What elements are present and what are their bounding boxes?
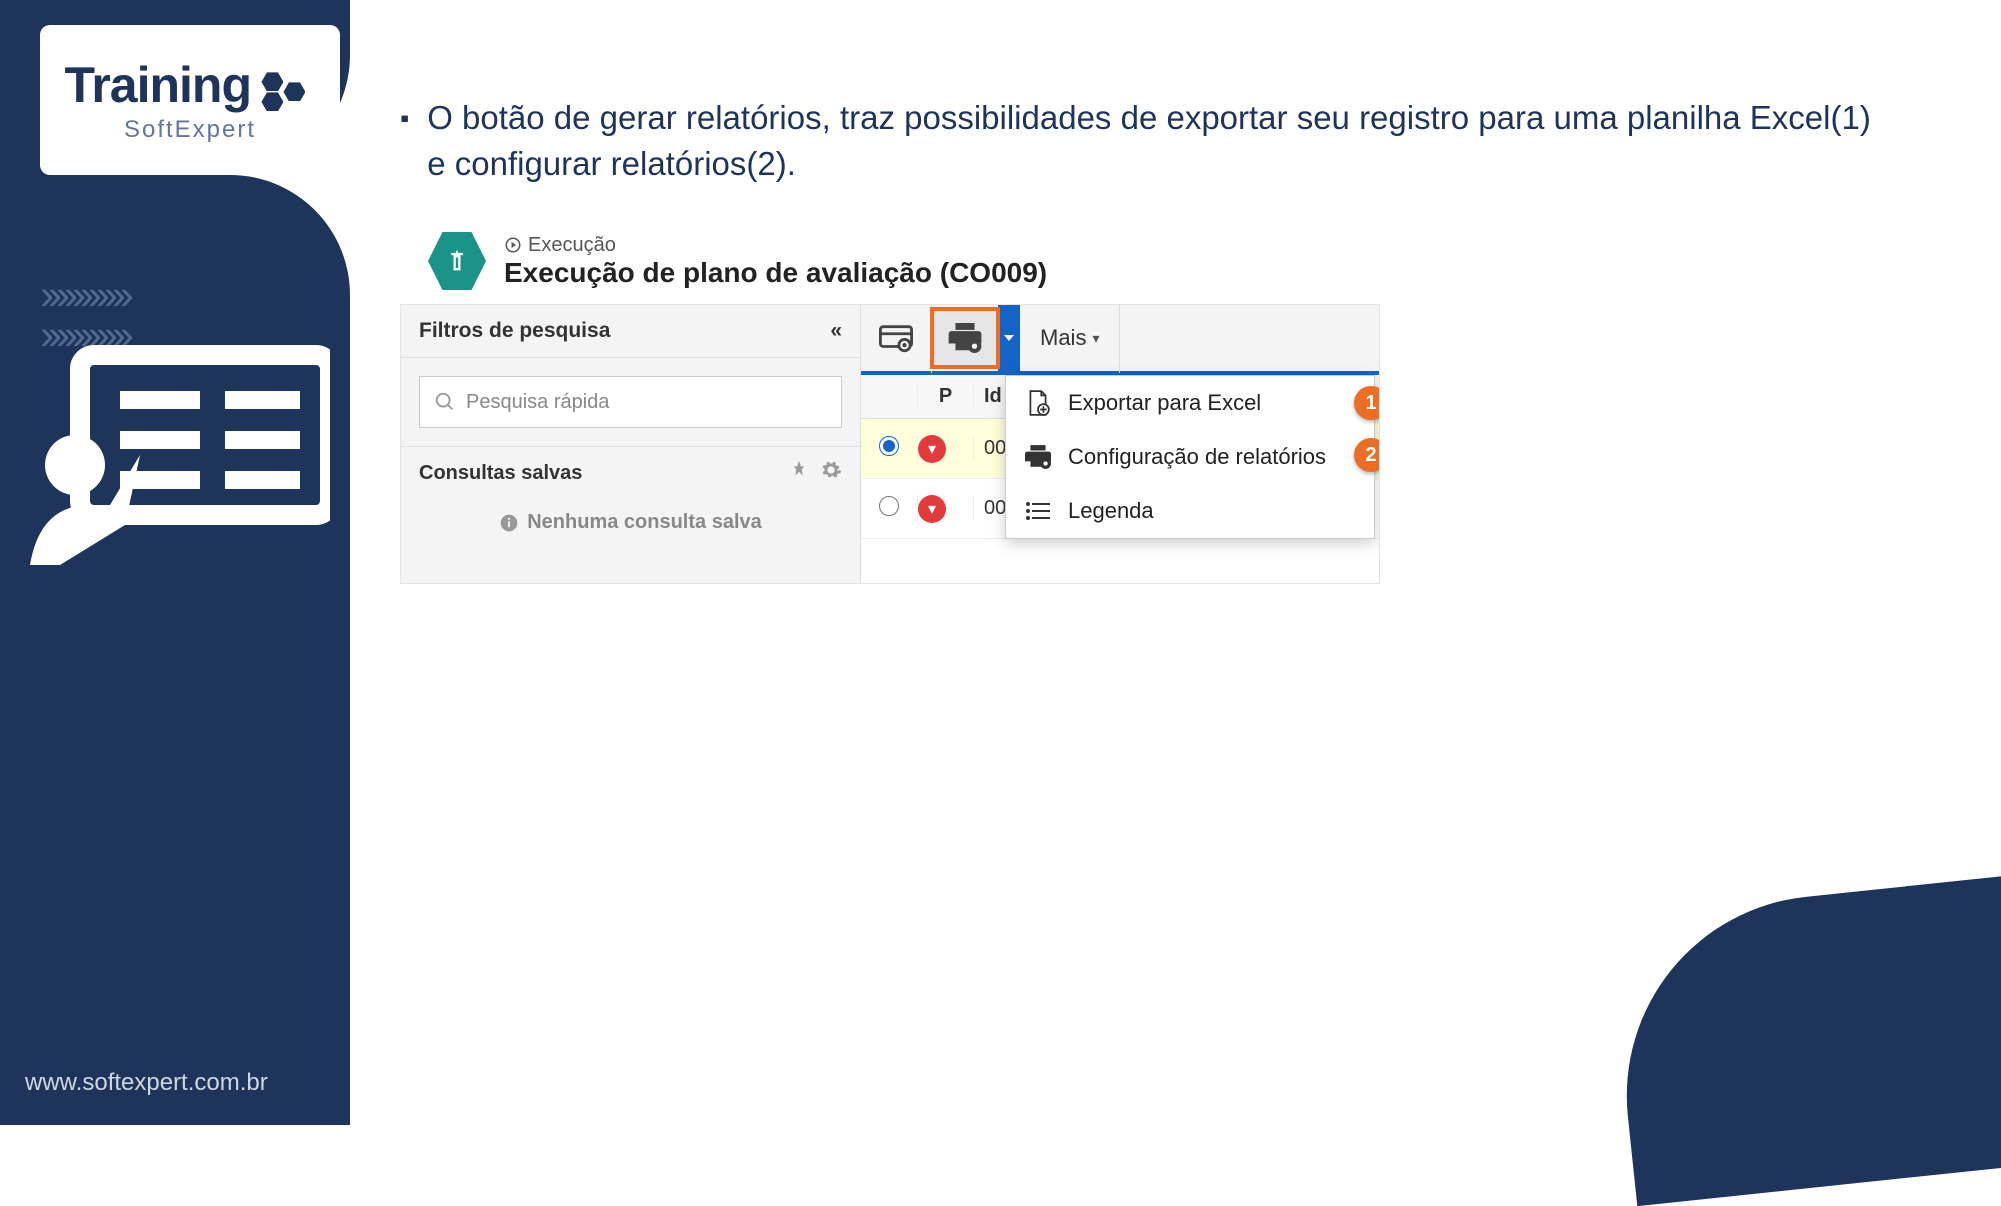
- search-input[interactable]: Pesquisa rápida: [419, 376, 842, 428]
- brand-logo-text: Training: [65, 57, 251, 113]
- row-radio[interactable]: [879, 496, 899, 516]
- screenshot-panel: Execução Execução de plano de avaliação …: [400, 232, 1380, 584]
- bullet-icon: ▪: [400, 95, 409, 187]
- hex-cluster-icon: [255, 72, 315, 122]
- priority-badge-icon: ▾: [918, 495, 946, 523]
- saved-queries-heading: Consultas salvas: [419, 462, 582, 485]
- search-icon: [434, 391, 456, 413]
- collapse-icon[interactable]: «: [830, 319, 842, 343]
- card-eye-icon: [879, 323, 913, 353]
- slide-content: ▪ O botão de gerar relatórios, traz poss…: [400, 95, 1941, 584]
- reports-dropdown: Exportar para Excel 1 Configuração de re…: [1005, 375, 1375, 539]
- no-saved-queries: Nenhuma consulta salva: [401, 495, 860, 534]
- list-icon: [1024, 501, 1052, 521]
- reports-dropdown-toggle[interactable]: [998, 304, 1020, 373]
- more-label: Mais: [1040, 325, 1086, 351]
- menu-item-label: Exportar para Excel: [1068, 390, 1261, 416]
- callout-badge: 1: [1354, 386, 1380, 420]
- reports-button[interactable]: [930, 307, 1000, 369]
- caret-down-icon: [1004, 335, 1014, 341]
- priority-badge-icon: ▾: [918, 435, 946, 463]
- play-circle-icon: [504, 236, 522, 254]
- presenter-icon: [30, 345, 330, 565]
- toolbar: Mais ▾: [861, 305, 1379, 375]
- brand-logo-card: Training SoftExpert: [40, 25, 340, 175]
- more-button[interactable]: Mais ▾: [1020, 304, 1120, 373]
- bullet-text: O botão de gerar relatórios, traz possib…: [427, 95, 1877, 187]
- printer-gear-icon: [1024, 445, 1052, 469]
- row-radio[interactable]: [879, 436, 899, 456]
- menu-legend[interactable]: Legenda: [1006, 484, 1374, 538]
- corner-shape: [1607, 874, 2001, 1206]
- page-title: Execução de plano de avaliação (CO009): [504, 257, 1047, 289]
- printer-gear-icon: [948, 323, 982, 353]
- search-placeholder: Pesquisa rápida: [466, 391, 609, 414]
- menu-item-label: Configuração de relatórios: [1068, 444, 1326, 470]
- menu-item-label: Legenda: [1068, 498, 1154, 524]
- callout-badge: 2: [1354, 438, 1380, 472]
- module-hex-icon: [428, 232, 486, 290]
- column-p[interactable]: P: [917, 385, 973, 408]
- menu-report-config[interactable]: Configuração de relatórios 2: [1006, 430, 1374, 484]
- info-icon: [499, 513, 519, 533]
- records-panel: Mais▾ P Id ▾ 00 ▾ 00: [861, 305, 1379, 583]
- breadcrumb-label: Execução: [528, 234, 616, 257]
- filters-panel: Filtros de pesquisa « Pesquisa rápida Co…: [401, 305, 861, 583]
- view-button[interactable]: [861, 304, 932, 373]
- filters-heading: Filtros de pesquisa: [419, 319, 610, 343]
- breadcrumb: Execução: [504, 234, 1047, 257]
- menu-export-excel[interactable]: Exportar para Excel 1: [1006, 376, 1374, 430]
- brand-logo-subtext: SoftExpert: [124, 116, 256, 144]
- decorative-chevrons: ››››››››››››››››››››››: [40, 275, 128, 355]
- pin-icon[interactable]: [788, 459, 810, 487]
- gear-icon[interactable]: [820, 459, 842, 487]
- footer-url: www.softexpert.com.br: [25, 1069, 268, 1097]
- caret-down-icon: ▾: [1092, 330, 1099, 347]
- file-export-icon: [1024, 390, 1052, 416]
